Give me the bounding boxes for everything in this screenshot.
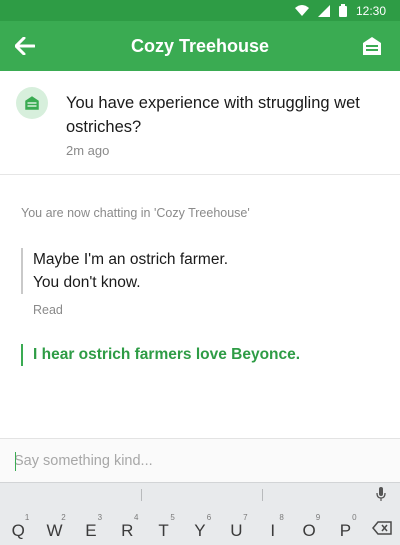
wifi-icon	[294, 5, 309, 16]
signal-icon	[317, 4, 330, 17]
status-time: 12:30	[355, 3, 386, 18]
read-receipt: Read	[33, 303, 63, 317]
arrow-left-icon	[15, 37, 35, 55]
key-o[interactable]: 9O	[291, 510, 327, 545]
key-hint: 8	[279, 513, 284, 522]
prompt-card: You have experience with struggling wet …	[0, 71, 400, 175]
message-line: Maybe I'm an ostrich farmer.	[33, 251, 229, 268]
key-t[interactable]: 5T	[145, 510, 181, 545]
key-hint: 1	[24, 513, 30, 522]
key-p[interactable]: 0P	[327, 510, 363, 545]
prompt-timestamp: 2m ago	[66, 143, 110, 158]
key-hint: 2	[61, 513, 66, 522]
battery-icon	[338, 4, 347, 17]
suggestion-divider	[262, 489, 263, 501]
key-label: O	[302, 521, 316, 540]
key-label: P	[339, 521, 352, 540]
message-line: You don't know.	[33, 274, 141, 291]
key-row: 1Q2W3E4R5T6Y7U8I9O0P	[0, 510, 400, 545]
key-label: Q	[11, 521, 25, 540]
status-bar: 12:30	[0, 0, 400, 21]
key-w[interactable]: 2W	[36, 510, 72, 545]
system-message: You are now chatting in 'Cozy Treehouse'	[21, 206, 250, 220]
key-label: U	[230, 521, 243, 540]
backspace-icon	[371, 521, 392, 535]
key-hint: 4	[133, 513, 139, 522]
key-q[interactable]: 1Q	[0, 510, 36, 545]
compose-bar	[0, 438, 400, 482]
incoming-message: Maybe I'm an ostrich farmer. You don't k…	[21, 248, 228, 294]
key-hint: 7	[243, 513, 248, 522]
delete-key[interactable]	[364, 510, 400, 545]
avatar	[16, 87, 48, 119]
key-hint: 9	[315, 513, 321, 522]
key-i[interactable]: 8I	[255, 510, 291, 545]
back-button[interactable]	[12, 33, 38, 59]
key-label: W	[46, 521, 63, 540]
key-label: T	[158, 521, 169, 540]
key-e[interactable]: 3E	[73, 510, 109, 545]
message-input[interactable]	[14, 447, 384, 475]
key-hint: 0	[352, 513, 357, 522]
chat-area: You are now chatting in 'Cozy Treehouse'…	[0, 176, 400, 438]
key-label: I	[270, 521, 276, 540]
treehouse-icon	[25, 96, 39, 110]
key-label: E	[85, 521, 97, 540]
prompt-question: You have experience with struggling wet …	[66, 94, 360, 136]
key-hint: 3	[97, 513, 103, 522]
suggestion-divider	[141, 489, 142, 501]
key-u[interactable]: 7U	[218, 510, 254, 545]
key-label: Y	[194, 521, 206, 540]
app-bar: Cozy Treehouse	[0, 21, 400, 71]
key-hint: 6	[206, 513, 212, 522]
key-y[interactable]: 6Y	[182, 510, 218, 545]
keyboard: 1Q2W3E4R5T6Y7U8I9O0P	[0, 482, 400, 545]
page-title: Cozy Treehouse	[130, 35, 270, 56]
treehouse-button[interactable]	[360, 34, 384, 58]
outgoing-message: I hear ostrich farmers love Beyonce.	[21, 344, 300, 366]
suggestion-strip[interactable]	[0, 483, 400, 507]
key-label: R	[121, 521, 134, 540]
text-caret	[15, 452, 16, 471]
mic-icon[interactable]	[376, 487, 386, 502]
key-r[interactable]: 4R	[109, 510, 145, 545]
key-hint: 5	[170, 513, 175, 522]
treehouse-icon	[363, 37, 381, 55]
